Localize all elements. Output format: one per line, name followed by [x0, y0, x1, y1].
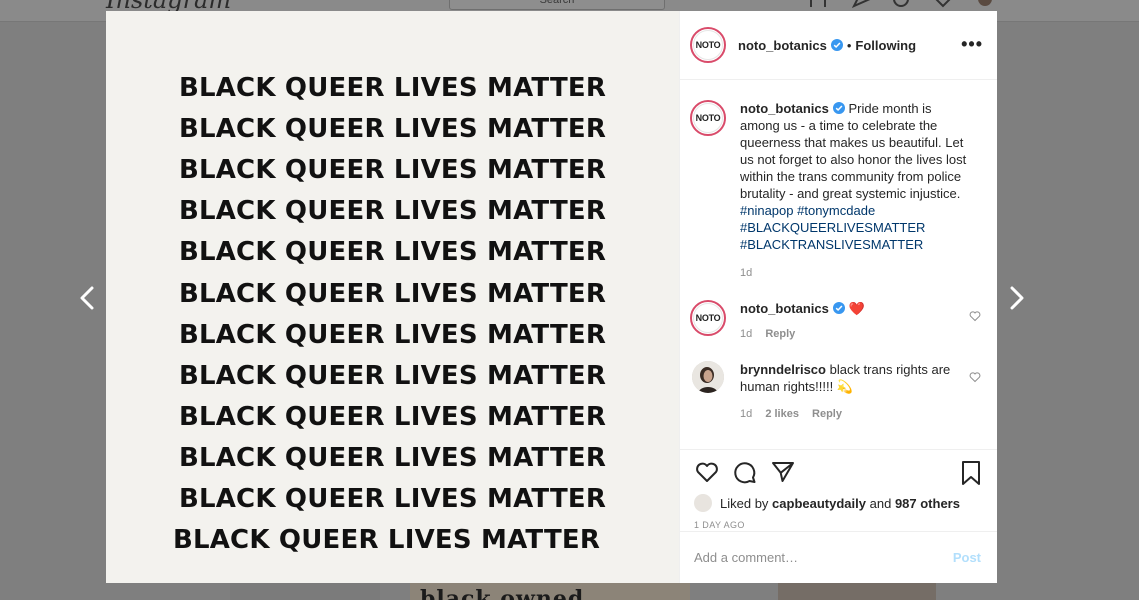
avatar-text: NOTO [693, 103, 723, 133]
media-text-line: BLACK QUEER LIVES MATTER [178, 114, 607, 145]
comment-text-block: brynndelrisco black trans rights are hum… [740, 361, 970, 395]
like-heart-icon[interactable] [694, 459, 720, 485]
media-text-line: BLACK QUEER LIVES MATTER [178, 196, 607, 227]
caption-username[interactable]: noto_botanics [740, 101, 829, 116]
media-text-line: BLACK QUEER LIVES MATTER [178, 401, 607, 432]
timestamp[interactable]: 1d [740, 408, 752, 420]
reply-button[interactable]: Reply [812, 408, 842, 420]
post-sidebar: NOTO noto_botanics • Following ••• NOTO … [679, 11, 997, 583]
liked-prefix: Liked by [720, 495, 769, 511]
hashtag-link[interactable]: #BLACKQUEERLIVESMATTER [740, 220, 925, 235]
comments-list[interactable]: NOTO noto_botanics Pride month is among … [680, 80, 997, 449]
media-text-line: BLACK QUEER LIVES MATTER [178, 442, 607, 473]
comment-body: noto_botanics ❤️ 1d Reply [740, 300, 970, 343]
home-icon [808, 0, 828, 8]
post-date[interactable]: 1 DAY AGO [694, 520, 985, 530]
background-thumbnail-text: black owned [420, 586, 585, 600]
header-username[interactable]: noto_botanics [738, 38, 827, 53]
liker-avatar[interactable] [694, 494, 712, 512]
background-thumbnail [778, 583, 936, 600]
comment-body: brynndelrisco black trans rights are hum… [740, 361, 970, 423]
post-header: NOTO noto_botanics • Following ••• [680, 11, 997, 80]
comment-meta: 1d 2 likes Reply [740, 406, 970, 423]
media-text-line: BLACK QUEER LIVES MATTER [172, 525, 601, 556]
avatar-text: NOTO [693, 30, 723, 60]
background-thumbnail [230, 583, 380, 600]
hashtag-link[interactable]: #tonymcdade [797, 203, 875, 218]
profile-avatar-icon [975, 0, 995, 8]
comment-item: brynndelrisco black trans rights are hum… [690, 361, 985, 423]
post-comment-button[interactable]: Post [953, 550, 981, 565]
hashtag-list: #ninapop #tonymcdade #BLACKQUEERLIVESMAT… [740, 202, 970, 253]
avatar-text: NOTO [693, 303, 723, 333]
liked-others-link[interactable]: 987 others [895, 496, 960, 511]
hashtag-link[interactable]: #BLACKTRANSLIVESMATTER [740, 237, 923, 252]
post-image: BLACK QUEER LIVES MATTER BLACK QUEER LIVE… [106, 11, 679, 583]
media-text-line: BLACK QUEER LIVES MATTER [178, 73, 607, 103]
media-text-line: BLACK QUEER LIVES MATTER [178, 484, 607, 514]
more-options-icon[interactable]: ••• [961, 34, 983, 55]
like-comment-heart-icon[interactable] [969, 371, 981, 383]
verified-badge-icon [832, 102, 845, 114]
avatar[interactable]: NOTO [690, 300, 726, 336]
header-info: noto_botanics • Following [738, 38, 916, 53]
media-text-line: BLACK QUEER LIVES MATTER [178, 155, 607, 186]
reply-button[interactable]: Reply [765, 328, 795, 340]
previous-post-chevron-left-icon[interactable] [76, 284, 100, 312]
add-comment-input[interactable] [694, 550, 934, 565]
avatar[interactable]: NOTO [690, 27, 726, 63]
activity-heart-icon [933, 0, 953, 8]
media-text-line: BLACK QUEER LIVES MATTER [178, 360, 607, 391]
direct-icon [851, 0, 872, 9]
comment-username[interactable]: noto_botanics [740, 301, 829, 316]
explore-icon [891, 0, 911, 8]
media-text-line: BLACK QUEER LIVES MATTER [178, 319, 607, 350]
next-post-chevron-right-icon[interactable] [1004, 284, 1028, 312]
comment-text: ❤️ [848, 301, 865, 316]
verified-badge-icon [832, 302, 845, 314]
timestamp[interactable]: 1d [740, 328, 752, 340]
verified-badge-icon [830, 39, 843, 51]
comment-bubble-icon[interactable] [732, 459, 758, 485]
post-modal: BLACK QUEER LIVES MATTER BLACK QUEER LIVE… [106, 11, 997, 583]
comment-likes[interactable]: 2 likes [765, 408, 799, 420]
timestamp[interactable]: 1d [740, 267, 752, 279]
comment-item: NOTO noto_botanics ❤️ 1d Reply [690, 300, 985, 343]
share-direct-icon[interactable] [770, 459, 796, 485]
background-search-input: Search [449, 0, 665, 10]
following-button[interactable]: Following [855, 38, 916, 53]
comment-meta: 1d Reply [740, 326, 970, 343]
comment-text-block: noto_botanics ❤️ [740, 300, 970, 317]
caption-meta: 1d [740, 265, 970, 282]
caption-text: Pride month is among us - a time to cele… [740, 101, 967, 201]
caption: NOTO noto_botanics Pride month is among … [690, 100, 985, 282]
caption-text-block: noto_botanics Pride month is among us - … [740, 100, 970, 202]
media-text-line: BLACK QUEER LIVES MATTER [178, 237, 607, 268]
save-bookmark-icon[interactable] [959, 460, 983, 486]
add-comment-bar: Post [680, 531, 997, 583]
comment-username[interactable]: brynndelrisco [740, 362, 826, 377]
avatar[interactable] [692, 361, 724, 393]
media-text-line: BLACK QUEER LIVES MATTER [178, 278, 607, 309]
avatar[interactable]: NOTO [690, 100, 726, 136]
liked-user-link[interactable]: capbeautydaily [772, 496, 866, 511]
post-actions: Liked by capbeautydaily and 987 others 1… [680, 449, 997, 531]
action-icons [694, 458, 985, 486]
like-comment-heart-icon[interactable] [969, 310, 981, 322]
separator-dot: • [846, 37, 852, 53]
person-photo-icon [692, 361, 724, 393]
caption-body: noto_botanics Pride month is among us - … [740, 100, 970, 282]
hashtag-link[interactable]: #ninapop [740, 203, 794, 218]
liked-and: and [869, 495, 892, 511]
likes-summary: Liked by capbeautydaily and 987 others [694, 494, 985, 512]
